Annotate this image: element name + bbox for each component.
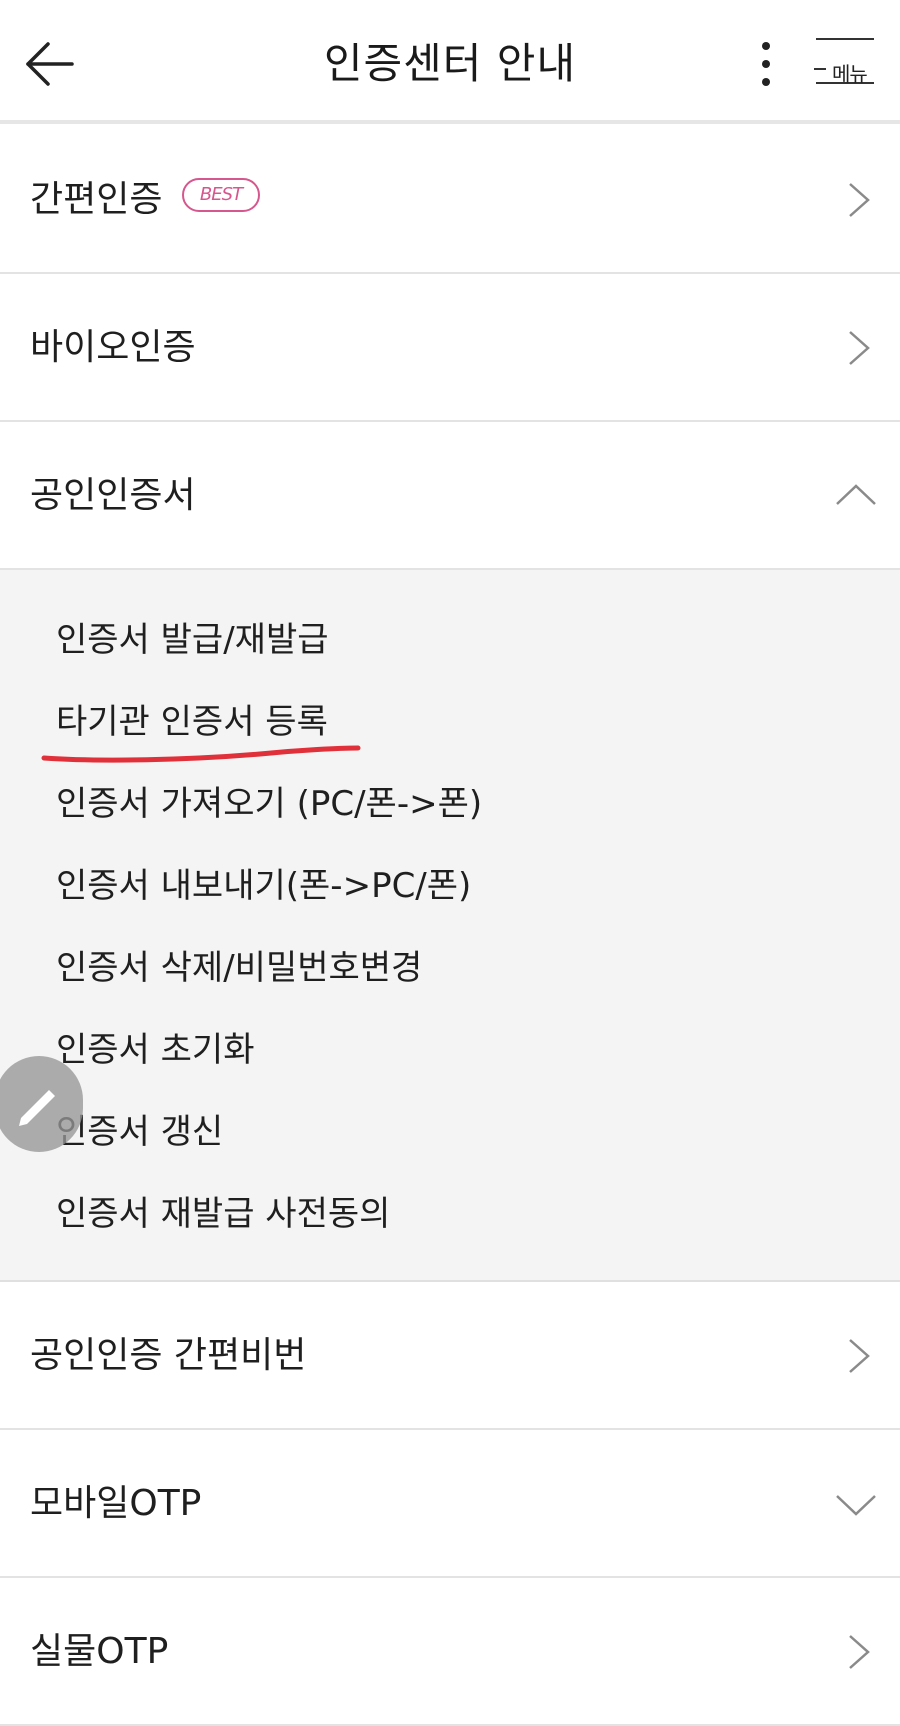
submenu-item-delete-password[interactable]: 인증서 삭제/비밀번호변경 [56, 940, 422, 989]
cert-submenu: 인증서 발급/재발급 타기관 인증서 등록 인증서 가져오기 (PC/폰->폰)… [0, 570, 900, 1282]
top-bar: 인증센터 안내 메뉴 [0, 0, 900, 124]
menu-label: 메뉴 [832, 62, 868, 86]
row-cert-simple-pin[interactable]: 공인인증 간편비번 [0, 1284, 900, 1430]
chevron-right-icon [849, 1635, 870, 1669]
chevron-up-icon [836, 484, 876, 505]
submenu-item-preconsent[interactable]: 인증서 재발급 사전동의 [56, 1186, 390, 1235]
submenu-item-reset[interactable]: 인증서 초기화 [56, 1022, 255, 1071]
vertical-dots-icon[interactable] [750, 38, 782, 92]
row-simple-auth[interactable]: 간편인증 BEST [0, 128, 900, 274]
chevron-right-icon [849, 331, 870, 365]
pencil-icon [19, 1090, 55, 1126]
red-underline-annotation [41, 745, 361, 763]
row-label: 공인인증서 [30, 475, 196, 516]
hamburger-line [814, 68, 826, 70]
chevron-right-icon [849, 1339, 870, 1373]
row-physical-otp[interactable]: 실물OTP [0, 1580, 900, 1726]
row-bio-auth[interactable]: 바이오인증 [0, 276, 900, 422]
edit-floating-button[interactable] [0, 1056, 83, 1152]
menu-button[interactable]: 메뉴 [810, 36, 880, 92]
best-badge: BEST [182, 178, 260, 212]
submenu-item-import[interactable]: 인증서 가져오기 (PC/폰->폰) [56, 776, 482, 825]
row-label: 간편인증 [30, 179, 163, 220]
chevron-down-icon [836, 1495, 876, 1516]
submenu-item-register-other[interactable]: 타기관 인증서 등록 [56, 694, 328, 743]
row-label: 모바일OTP [30, 1483, 202, 1524]
chevron-right-icon [849, 183, 870, 217]
hamburger-icon [816, 38, 874, 40]
submenu-item-export[interactable]: 인증서 내보내기(폰->PC/폰) [56, 858, 471, 907]
row-mobile-otp[interactable]: 모바일OTP [0, 1432, 900, 1578]
submenu-item-issue[interactable]: 인증서 발급/재발급 [56, 612, 329, 661]
row-label: 바이오인증 [30, 327, 196, 368]
row-label: 실물OTP [30, 1631, 169, 1672]
row-public-cert[interactable]: 공인인증서 [0, 424, 900, 570]
row-label: 공인인증 간편비번 [30, 1335, 307, 1376]
